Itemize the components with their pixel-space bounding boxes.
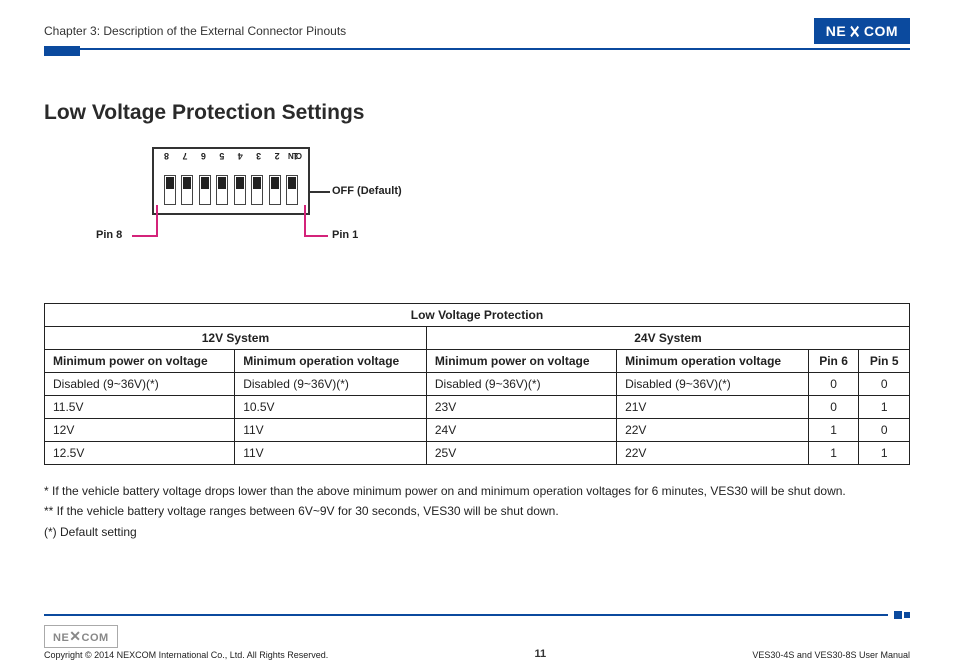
dip-switch-icon <box>164 175 176 205</box>
dip-num: 1 <box>293 151 298 161</box>
dip-switch-box: ON 1 2 3 4 5 6 7 8 <box>152 147 310 215</box>
cell: 1 <box>808 419 859 442</box>
cell: Disabled (9~36V)(*) <box>45 373 235 396</box>
cell: 22V <box>617 442 809 465</box>
pin1-label: Pin 1 <box>332 229 358 241</box>
cell: 25V <box>426 442 616 465</box>
cell: 1 <box>859 396 910 419</box>
footer-rule <box>44 611 910 619</box>
cell: 0 <box>859 373 910 396</box>
section-title: Low Voltage Protection Settings <box>44 101 910 125</box>
table-caption: Low Voltage Protection <box>45 304 910 327</box>
pin1-pointer <box>304 205 306 235</box>
table-row: Disabled (9~36V)(*) Disabled (9~36V)(*) … <box>45 373 910 396</box>
dip-num: 3 <box>256 151 261 161</box>
pin8-pointer-h <box>132 235 158 237</box>
off-default-label: OFF (Default) <box>332 185 402 197</box>
dip-num: 2 <box>275 151 280 161</box>
col-min-power-12: Minimum power on voltage <box>45 350 235 373</box>
group-24v: 24V System <box>426 327 909 350</box>
cell: 12.5V <box>45 442 235 465</box>
footer-left: NE✕COM Copyright © 2014 NEXCOM Internati… <box>44 625 328 660</box>
cell: 0 <box>808 373 859 396</box>
low-voltage-table: Low Voltage Protection 12V System 24V Sy… <box>44 303 910 465</box>
logo-x-icon: ✕ <box>849 27 861 37</box>
page-number: 11 <box>535 648 547 660</box>
logo-x-icon: ✕ <box>69 628 81 644</box>
dip-switch-icon <box>286 175 298 205</box>
brand-logo: NE✕COM <box>814 18 910 44</box>
cell: 23V <box>426 396 616 419</box>
copyright-text: Copyright © 2014 NEXCOM International Co… <box>44 650 328 660</box>
col-min-op-24: Minimum operation voltage <box>617 350 809 373</box>
cell: 11.5V <box>45 396 235 419</box>
footnote-3: (*) Default setting <box>44 522 910 542</box>
table-row: 11.5V 10.5V 23V 21V 0 1 <box>45 396 910 419</box>
cell: Disabled (9~36V)(*) <box>426 373 616 396</box>
dip-switch-icon <box>234 175 246 205</box>
dip-num: 4 <box>238 151 243 161</box>
col-min-op-12: Minimum operation voltage <box>235 350 427 373</box>
dip-switch-icon <box>181 175 193 205</box>
dip-switch-icon <box>251 175 263 205</box>
cell: 1 <box>859 442 910 465</box>
cell: 12V <box>45 419 235 442</box>
dip-switch-icon <box>216 175 228 205</box>
page-footer: NE✕COM Copyright © 2014 NEXCOM Internati… <box>44 611 910 660</box>
cell: 21V <box>617 396 809 419</box>
dip-switch-row <box>164 175 298 205</box>
col-min-power-24: Minimum power on voltage <box>426 350 616 373</box>
cell: 0 <box>808 396 859 419</box>
cell: 11V <box>235 419 427 442</box>
table-row: 12.5V 11V 25V 22V 1 1 <box>45 442 910 465</box>
group-12v: 12V System <box>45 327 427 350</box>
dip-num: 8 <box>164 151 169 161</box>
cell: 22V <box>617 419 809 442</box>
cell: Disabled (9~36V)(*) <box>235 373 427 396</box>
cell: 10.5V <box>235 396 427 419</box>
dip-switch-icon <box>199 175 211 205</box>
footnote-1: * If the vehicle battery voltage drops l… <box>44 481 910 501</box>
cell: 1 <box>808 442 859 465</box>
header-rule-block <box>44 46 80 56</box>
footnotes: * If the vehicle battery voltage drops l… <box>44 481 910 542</box>
dip-num: 5 <box>219 151 224 161</box>
footnote-2: ** If the vehicle battery voltage ranges… <box>44 501 910 521</box>
footer-square-icon <box>894 611 910 619</box>
header-rule-line <box>80 48 910 53</box>
dip-switch-diagram: ON 1 2 3 4 5 6 7 8 OFF (Default) Pin 1 P… <box>92 147 910 267</box>
page-header: Chapter 3: Description of the External C… <box>44 18 910 44</box>
footer-brand-logo: NE✕COM <box>44 625 118 648</box>
pin8-label: Pin 8 <box>96 229 122 241</box>
dip-num: 6 <box>201 151 206 161</box>
pin1-pointer-h <box>304 235 328 237</box>
cell: 11V <box>235 442 427 465</box>
header-rule <box>44 48 910 53</box>
pin8-pointer <box>156 205 158 235</box>
off-pointer-line <box>310 191 330 193</box>
col-pin5: Pin 5 <box>859 350 910 373</box>
dip-switch-icon <box>269 175 281 205</box>
cell: Disabled (9~36V)(*) <box>617 373 809 396</box>
cell: 0 <box>859 419 910 442</box>
col-pin6: Pin 6 <box>808 350 859 373</box>
footer-rule-line <box>44 614 888 616</box>
dip-num: 7 <box>182 151 187 161</box>
table-row: 12V 11V 24V 22V 1 0 <box>45 419 910 442</box>
cell: 24V <box>426 419 616 442</box>
manual-title: VES30-4S and VES30-8S User Manual <box>752 650 910 660</box>
dip-number-row: 1 2 3 4 5 6 7 8 <box>164 151 298 161</box>
chapter-title: Chapter 3: Description of the External C… <box>44 24 346 38</box>
